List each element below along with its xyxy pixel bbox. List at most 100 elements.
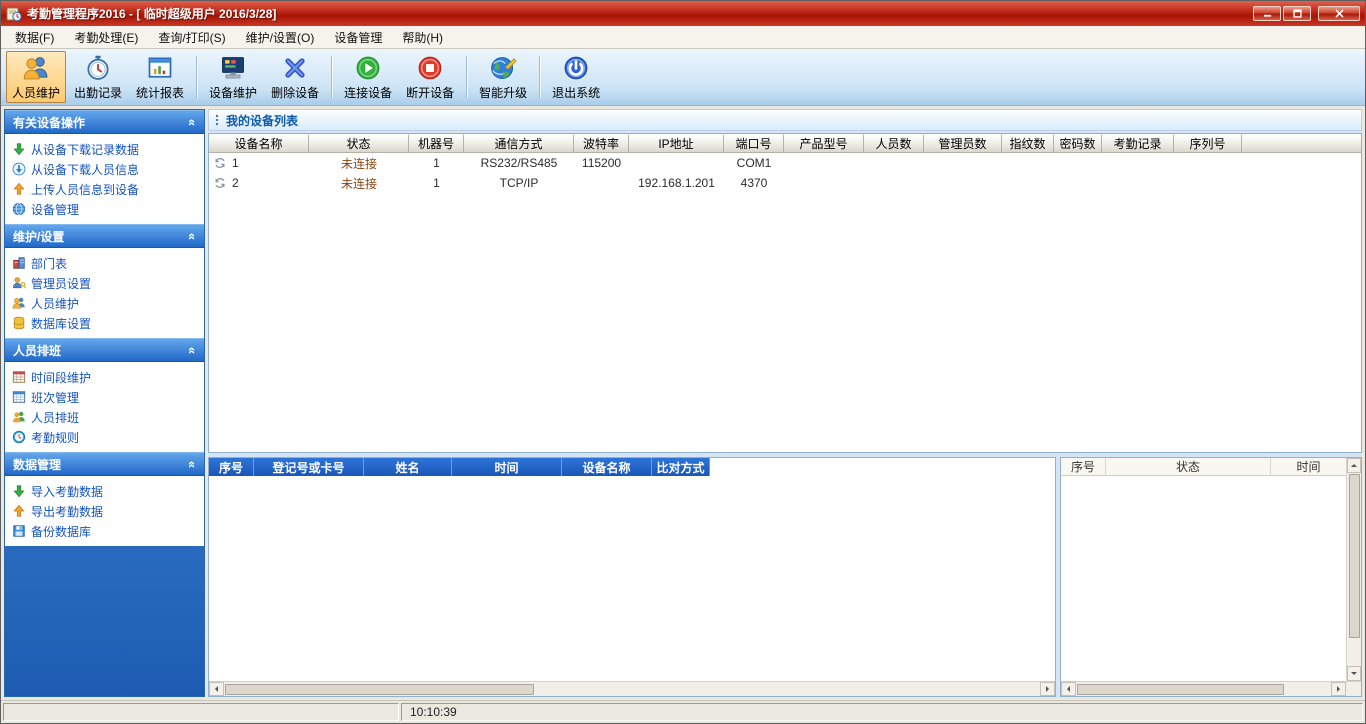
sidebar-item-timetable[interactable]: 时间段维护: [5, 367, 204, 387]
sidebar-item-attendance-rule[interactable]: 考勤规则: [5, 427, 204, 447]
sidebar-section-header-3[interactable]: 人员排班«: [5, 338, 204, 362]
toolbar-button-device-maintain[interactable]: 设备维护: [203, 51, 263, 103]
sidebar-item-download-records[interactable]: 从设备下载记录数据: [5, 139, 204, 159]
status-hscrollbar[interactable]: [1061, 681, 1361, 696]
export-data-icon: [12, 504, 26, 518]
sidebar-item-label: 从设备下载记录数据: [31, 141, 139, 158]
device-row[interactable]: 1未连接1RS232/RS485115200COM1: [209, 153, 1361, 173]
status-column-header[interactable]: 时间: [1271, 458, 1346, 475]
collapse-chevron-icon: «: [186, 460, 199, 467]
scroll-down-arrow-icon[interactable]: [1347, 666, 1361, 681]
sidebar-item-admin-settings[interactable]: 管理员设置: [5, 273, 204, 293]
maximize-button[interactable]: [1283, 6, 1311, 21]
sidebar-item-label: 管理员设置: [31, 275, 91, 292]
status-table: 序号状态时间: [1061, 458, 1346, 681]
sidebar-item-import-data[interactable]: 导入考勤数据: [5, 481, 204, 501]
sidebar-section-header-2[interactable]: 维护/设置«: [5, 224, 204, 248]
record-column-header[interactable]: 时间: [452, 458, 562, 476]
device-column-header[interactable]: 人员数: [864, 134, 924, 153]
scroll-right-arrow-icon[interactable]: [1040, 682, 1055, 696]
device-column-header[interactable]: 序列号: [1174, 134, 1242, 153]
menu-item-3[interactable]: 查询/打印(S): [148, 25, 235, 50]
record-column-header[interactable]: 序号: [209, 458, 254, 476]
sidebar-item-label: 部门表: [31, 255, 67, 272]
scroll-track[interactable]: [1076, 682, 1331, 696]
device-maintain-icon: [219, 54, 247, 82]
device-column-header[interactable]: 状态: [309, 134, 409, 153]
device-column-header[interactable]: IP地址: [629, 134, 724, 153]
toolbar-button-attendance-record[interactable]: 出勤记录: [68, 51, 128, 103]
close-button[interactable]: [1318, 6, 1360, 21]
menu-item-6[interactable]: 帮助(H): [392, 25, 453, 50]
scroll-left-arrow-icon[interactable]: [1061, 682, 1076, 696]
scroll-left-arrow-icon[interactable]: [209, 682, 224, 696]
sidebar-item-schedule-users[interactable]: 人员排班: [5, 407, 204, 427]
sidebar-item-export-data[interactable]: 导出考勤数据: [5, 501, 204, 521]
record-column-header[interactable]: 姓名: [364, 458, 452, 476]
sidebar-item-upload-users[interactable]: 上传人员信息到设备: [5, 179, 204, 199]
device-column-header[interactable]: 密码数: [1054, 134, 1102, 153]
status-column-header[interactable]: 序号: [1061, 458, 1106, 475]
toolbar-button-exit-system[interactable]: 退出系统: [546, 51, 606, 103]
minimize-button[interactable]: [1253, 6, 1281, 21]
device-cell: 1: [209, 156, 309, 170]
record-column-header[interactable]: 登记号或卡号: [254, 458, 364, 476]
toolbar-button-disconnect-device[interactable]: 断开设备: [400, 51, 460, 103]
device-list-title: 我的设备列表: [226, 112, 298, 129]
status-vscrollbar[interactable]: [1346, 458, 1361, 681]
menu-bar: 数据(F)考勤处理(E)查询/打印(S)维护/设置(O)设备管理帮助(H): [1, 26, 1365, 49]
record-column-header[interactable]: 设备名称: [562, 458, 652, 476]
scroll-right-arrow-icon[interactable]: [1331, 682, 1346, 696]
sidebar-section-header-1[interactable]: 有关设备操作«: [5, 110, 204, 134]
menu-item-4[interactable]: 维护/设置(O): [236, 25, 325, 50]
toolbar-button-report[interactable]: 统计报表: [130, 51, 190, 103]
download-users-icon: [12, 162, 26, 176]
sidebar-item-download-users[interactable]: 从设备下载人员信息: [5, 159, 204, 179]
record-column-header[interactable]: 比对方式: [652, 458, 710, 476]
sidebar-section-items: 从设备下载记录数据从设备下载人员信息上传人员信息到设备设备管理: [5, 134, 204, 224]
device-column-header[interactable]: 端口号: [724, 134, 784, 153]
sidebar-item-users-small[interactable]: 人员维护: [5, 293, 204, 313]
scroll-thumb[interactable]: [1349, 474, 1360, 638]
device-column-header[interactable]: 波特率: [574, 134, 629, 153]
menu-item-1[interactable]: 数据(F): [5, 25, 64, 50]
device-column-header[interactable]: 通信方式: [464, 134, 574, 153]
device-column-header[interactable]: 管理员数: [924, 134, 1002, 153]
device-column-header[interactable]: 考勤记录: [1102, 134, 1174, 153]
scroll-thumb[interactable]: [225, 684, 534, 695]
scroll-track[interactable]: [224, 682, 1040, 696]
department-icon: [12, 256, 26, 270]
device-column-header[interactable]: 机器号: [409, 134, 464, 153]
toolbar-button-smart-upgrade[interactable]: 智能升级: [473, 51, 533, 103]
download-records-icon: [12, 142, 26, 156]
device-column-header[interactable]: 指纹数: [1002, 134, 1054, 153]
toolbar-button-delete-device[interactable]: 删除设备: [265, 51, 325, 103]
device-row[interactable]: 2未连接1TCP/IP192.168.1.2014370: [209, 173, 1361, 193]
device-column-header[interactable]: 产品型号: [784, 134, 864, 153]
sidebar-section-title: 数据管理: [13, 456, 61, 473]
scroll-thumb[interactable]: [1077, 684, 1284, 695]
status-column-header[interactable]: 状态: [1106, 458, 1271, 475]
device-name: 2: [232, 176, 239, 190]
sidebar-item-label: 从设备下载人员信息: [31, 161, 139, 178]
toolbar-button-connect-device[interactable]: 连接设备: [338, 51, 398, 103]
sidebar-item-database[interactable]: 数据库设置: [5, 313, 204, 333]
device-column-header[interactable]: 设备名称: [209, 134, 309, 153]
attendance-rule-icon: [12, 430, 26, 444]
sidebar-item-department[interactable]: 部门表: [5, 253, 204, 273]
scroll-track[interactable]: [1347, 473, 1361, 666]
scroll-up-arrow-icon[interactable]: [1347, 458, 1361, 473]
device-cell: COM1: [724, 156, 784, 170]
menu-item-5[interactable]: 设备管理: [324, 25, 392, 50]
sidebar-item-device-manage-globe[interactable]: 设备管理: [5, 199, 204, 219]
toolbar-button-users[interactable]: 人员维护: [6, 51, 66, 103]
device-cell: 1: [409, 176, 464, 190]
toolbar-separator: [466, 56, 467, 98]
menu-item-2[interactable]: 考勤处理(E): [64, 25, 148, 50]
toolbar-button-label: 智能升级: [479, 84, 527, 101]
sidebar-section-header-4[interactable]: 数据管理 «: [5, 452, 204, 476]
sidebar-item-shift[interactable]: 班次管理: [5, 387, 204, 407]
sidebar-item-backup-db[interactable]: 备份数据库: [5, 521, 204, 541]
record-hscrollbar[interactable]: [209, 681, 1055, 696]
device-cell: 192.168.1.201: [629, 176, 724, 190]
